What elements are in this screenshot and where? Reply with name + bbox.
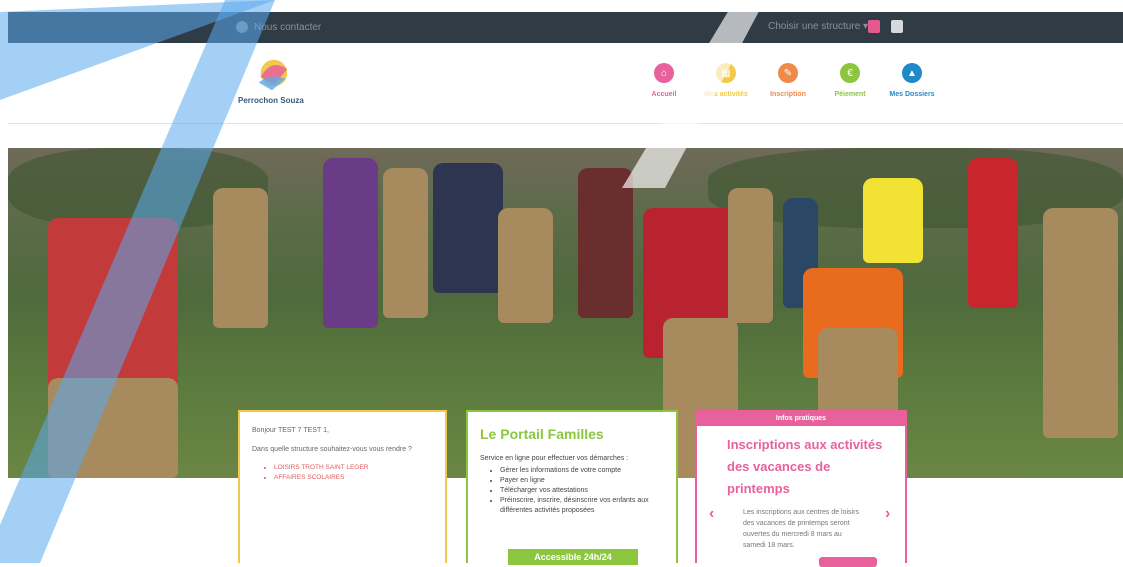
nav-label: Péiement: [834, 91, 866, 98]
welcome-card: Bonjour TEST 7 TEST 1, Dans quelle struc…: [238, 410, 447, 563]
structure-label: Choisir une structure: [768, 21, 861, 32]
nav-item-inscription[interactable]: ✎ Inscription: [757, 63, 819, 98]
list-item: Gérer les informations de votre compte: [500, 466, 664, 476]
nav-label: Inscription: [770, 91, 806, 98]
portal-intro: Service en ligne pour effectuer vos déma…: [480, 455, 629, 462]
info-body: Les inscriptions aux centres de loisirs …: [743, 509, 859, 549]
info-card: Infos pratiques Inscriptions aux activit…: [695, 410, 907, 567]
portal-card: Le Portail Familles Service en ligne pou…: [466, 410, 678, 565]
nav-item-paiement[interactable]: € Péiement: [819, 63, 881, 98]
nav-label: Mes activités: [704, 91, 748, 98]
sack-figure: [383, 168, 428, 318]
list-item: Télécharger vos attestations: [500, 486, 664, 496]
portal-title: Le Portail Familles: [480, 426, 604, 442]
welcome-greeting: Bonjour TEST 7 TEST 1,: [252, 427, 329, 434]
chevron-right-icon[interactable]: ›: [885, 505, 890, 523]
nav-item-mes-activites[interactable]: ▦ Mes activités: [695, 63, 757, 98]
child-figure: [968, 158, 1018, 308]
child-figure: [323, 158, 378, 328]
structure-selector[interactable]: Choisir une structure ▾: [768, 21, 868, 32]
read-more-button[interactable]: [819, 557, 877, 567]
sack-figure: [498, 208, 553, 323]
structure-list: LOISIRS TROTH SAINT LEGER AFFAIRES SCOLA…: [252, 463, 433, 484]
nav-label: Accueil: [651, 91, 677, 98]
calendar-icon: ▦: [716, 63, 736, 83]
home-icon: ⌂: [654, 63, 674, 83]
contact-label: Nous contacter: [254, 21, 322, 33]
contact-icon: [236, 21, 248, 33]
pencil-icon: ✎: [778, 63, 798, 83]
info-band: Infos pratiques: [697, 412, 905, 426]
calendar-icon[interactable]: [868, 20, 880, 33]
main-nav: ⌂ Accueil ▦ Mes activités ✎ Inscription …: [633, 63, 943, 98]
child-figure: [433, 163, 503, 293]
child-figure: [578, 168, 633, 318]
contact-link[interactable]: Nous contacter: [236, 21, 321, 33]
user-icon[interactable]: [891, 20, 903, 33]
sack-figure: [213, 188, 268, 328]
sack-figure: [1043, 208, 1118, 438]
top-bar: Nous contacter Choisir une structure ▾: [8, 12, 1123, 43]
logo-mark-icon: [258, 59, 288, 91]
list-item: Payer en ligne: [500, 476, 664, 486]
structure-link[interactable]: AFFAIRES SCOLAIRES: [274, 473, 433, 483]
sack-figure: [728, 188, 773, 323]
chevron-left-icon[interactable]: ‹: [709, 505, 714, 523]
child-figure: [863, 178, 923, 263]
nav-item-mes-dossiers[interactable]: ▲ Mes Dossiers: [881, 63, 943, 98]
nav-item-accueil[interactable]: ⌂ Accueil: [633, 63, 695, 98]
sack-figure: [818, 328, 898, 418]
list-item: Préinscrire, inscrire, désinscrire vos e…: [500, 496, 664, 516]
welcome-question: Dans quelle structure souhaitez-vous vou…: [252, 445, 412, 453]
site-logo[interactable]: Perrochon Souza: [238, 51, 308, 111]
structure-link[interactable]: LOISIRS TROTH SAINT LEGER: [274, 463, 433, 473]
nav-label: Mes Dossiers: [889, 91, 935, 98]
sack-figure: [48, 378, 178, 478]
euro-icon: €: [840, 63, 860, 83]
folder-icon: ▲: [902, 63, 922, 83]
site-header: Perrochon Souza ⌂ Accueil ▦ Mes activité…: [8, 43, 1123, 124]
info-title: Inscriptions aux activités des vacances …: [727, 437, 883, 496]
logo-text: Perrochon Souza: [238, 96, 304, 105]
portal-services-list: Gérer les informations de votre compte P…: [480, 466, 664, 517]
